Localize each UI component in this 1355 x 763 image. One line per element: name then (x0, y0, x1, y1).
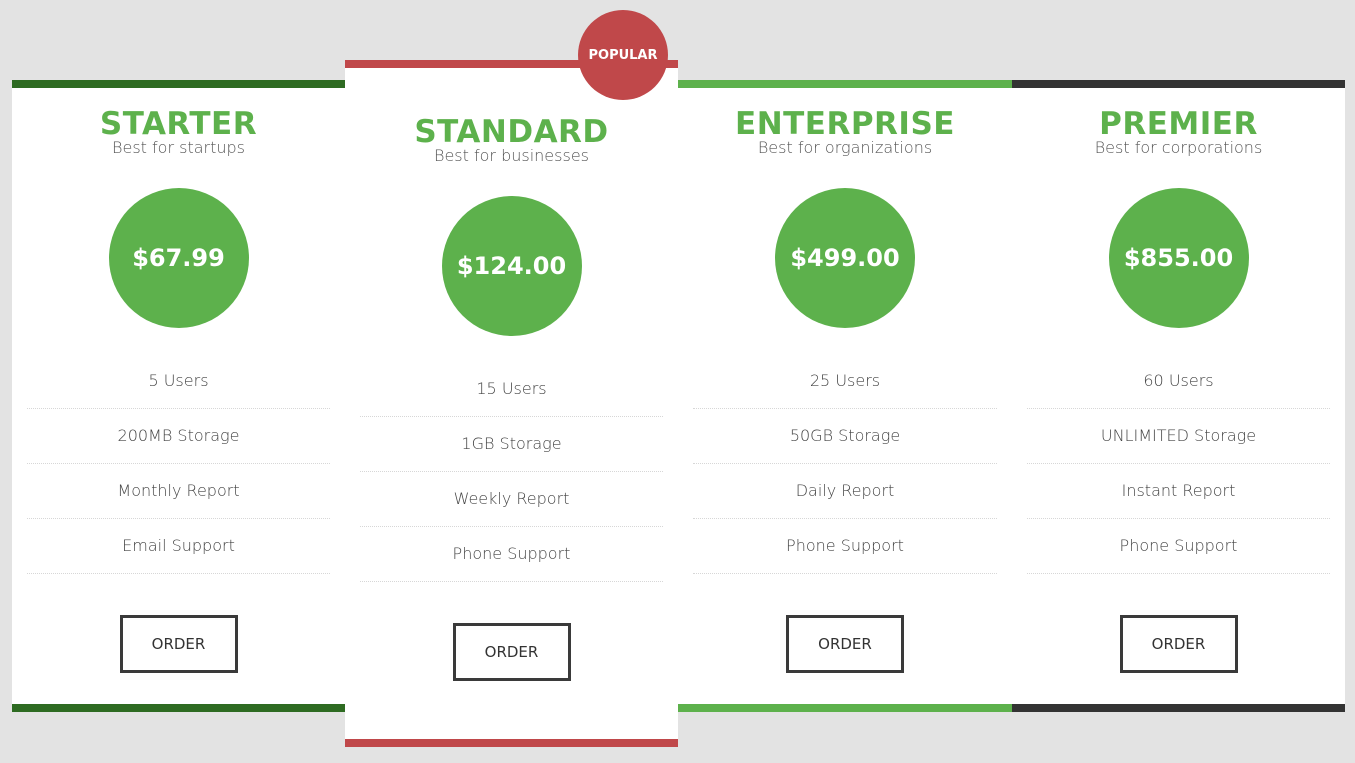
feature-item: Daily Report (693, 464, 997, 519)
feature-item: Phone Support (693, 519, 997, 574)
feature-item: Phone Support (1027, 519, 1330, 574)
plan-subtitle: Best for corporations (1094, 138, 1263, 157)
feature-item: 50GB Storage (693, 409, 997, 464)
feature-item: 5 Users (27, 358, 330, 409)
pricing-card-starter: STARTER Best for startups $67.99 5 Users… (12, 80, 345, 712)
feature-item: 1GB Storage (360, 417, 663, 472)
order-button[interactable]: ORDER (452, 623, 571, 681)
plan-name: PREMIER (1099, 106, 1258, 142)
feature-item: Instant Report (1027, 464, 1330, 519)
price-badge: $124.00 (441, 196, 582, 336)
feature-list: 15 Users 1GB Storage Weekly Report Phone… (360, 366, 663, 582)
feature-list: 60 Users UNLIMITED Storage Instant Repor… (1027, 358, 1330, 574)
feature-item: UNLIMITED Storage (1027, 409, 1330, 464)
order-button[interactable]: ORDER (119, 615, 238, 673)
card-bottom-bar (678, 704, 1012, 712)
feature-item: Phone Support (360, 527, 663, 582)
plan-subtitle: Best for startups (112, 138, 245, 157)
plan-subtitle: Best for businesses (433, 146, 589, 165)
feature-item: 25 Users (693, 358, 997, 409)
plan-name: ENTERPRISE (735, 106, 955, 142)
feature-item: 60 Users (1027, 358, 1330, 409)
card-bottom-bar (12, 704, 345, 712)
order-button[interactable]: ORDER (1119, 615, 1238, 673)
card-top-bar (1012, 80, 1345, 88)
feature-item: 200MB Storage (27, 409, 330, 464)
plan-name: STANDARD (414, 114, 609, 150)
popular-badge: POPULAR (578, 10, 668, 100)
feature-list: 5 Users 200MB Storage Monthly Report Ema… (27, 358, 330, 574)
card-top-bar (12, 80, 345, 88)
price-badge: $499.00 (775, 188, 915, 328)
plan-subtitle: Best for organizations (757, 138, 933, 157)
order-button[interactable]: ORDER (786, 615, 904, 673)
feature-list: 25 Users 50GB Storage Daily Report Phone… (693, 358, 997, 574)
price-badge: $855.00 (1108, 188, 1249, 328)
feature-item: Monthly Report (27, 464, 330, 519)
feature-item: 15 Users (360, 366, 663, 417)
price-badge: $67.99 (108, 188, 249, 328)
pricing-card-premier: PREMIER Best for corporations $855.00 60… (1012, 80, 1345, 712)
feature-item: Email Support (27, 519, 330, 574)
card-top-bar (678, 80, 1012, 88)
pricing-card-enterprise: ENTERPRISE Best for organizations $499.0… (678, 80, 1012, 712)
card-bottom-bar (1012, 704, 1345, 712)
pricing-card-standard: STANDARD Best for businesses $124.00 15 … (345, 60, 678, 747)
plan-name: STARTER (99, 106, 258, 142)
feature-item: Weekly Report (360, 472, 663, 527)
card-bottom-bar (345, 739, 678, 747)
